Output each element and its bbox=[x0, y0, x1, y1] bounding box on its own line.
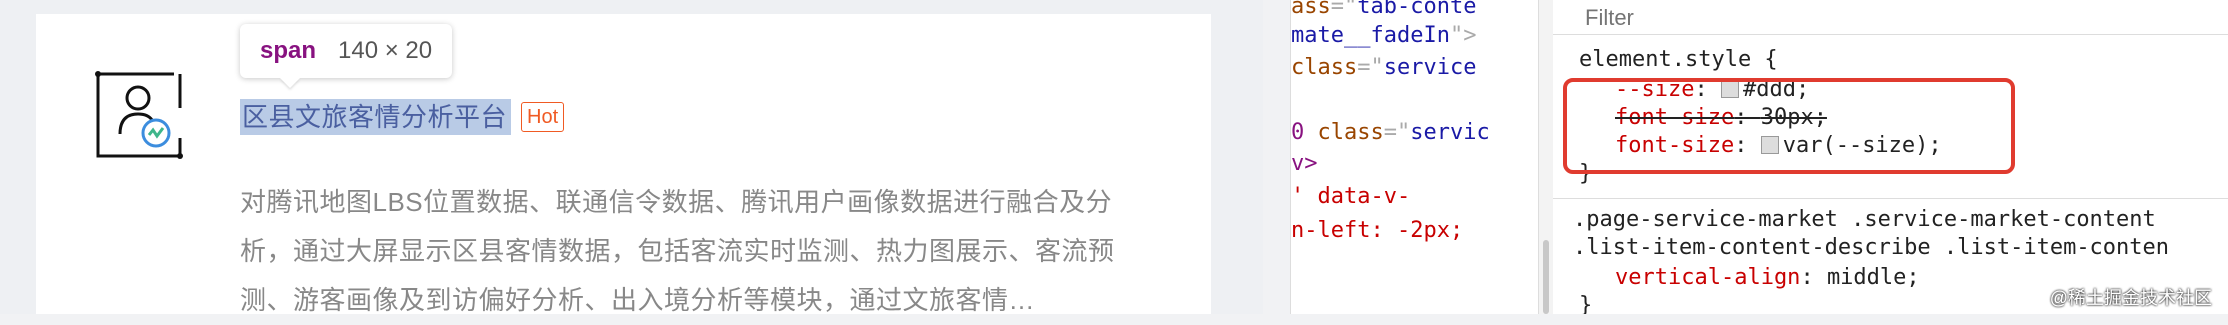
dom-value: service bbox=[1383, 55, 1477, 80]
dom-line[interactable]: 0 class="servic bbox=[1291, 120, 1490, 145]
tooltip-dimensions: 140 × 20 bbox=[338, 37, 433, 64]
css-selector[interactable]: .page-service-market .service-market-con… bbox=[1573, 206, 2156, 234]
tooltip-tag-name: span bbox=[260, 37, 317, 64]
dom-text: n-left: -2px; bbox=[1291, 218, 1464, 243]
dom-line[interactable]: class="service bbox=[1291, 55, 1476, 80]
hot-badge: Hot bbox=[521, 102, 565, 132]
page-preview: 区县文旅客情分析平台 Hot 对腾讯地图LBS位置数据、联通信令数据、腾讯用户画… bbox=[0, 0, 1263, 315]
dom-punc: "> bbox=[1449, 23, 1477, 48]
dom-attr: class bbox=[1291, 55, 1358, 80]
user-analytics-icon bbox=[95, 71, 183, 159]
rule-separator bbox=[1553, 198, 2228, 199]
dom-line[interactable]: ass="tab-conte bbox=[1291, 0, 1476, 19]
dom-punc: =" bbox=[1357, 55, 1384, 80]
scrollbar-thumb[interactable] bbox=[1543, 240, 1549, 314]
dom-line[interactable]: n-left: -2px; bbox=[1291, 218, 1463, 243]
dom-attr: class bbox=[1317, 120, 1384, 145]
dom-value: mate__fadeIn bbox=[1291, 23, 1450, 48]
rule-close-brace: } bbox=[1579, 293, 1593, 314]
dom-prefix: 0 bbox=[1291, 120, 1318, 145]
dom-punc: =" bbox=[1383, 120, 1411, 145]
css-property[interactable]: vertical-align bbox=[1615, 265, 1800, 290]
dom-value: servic bbox=[1410, 120, 1490, 145]
styles-filter-bar bbox=[1553, 0, 2228, 35]
css-declaration[interactable]: vertical-align: middle; bbox=[1615, 264, 1920, 292]
dom-line[interactable]: mate__fadeIn"> bbox=[1291, 23, 1476, 48]
styles-filter-input[interactable] bbox=[1583, 4, 2087, 32]
dom-value: tab-conte bbox=[1357, 0, 1477, 19]
dom-line[interactable]: ' data-v- bbox=[1291, 184, 1410, 209]
service-description: 对腾讯地图LBS位置数据、联通信令数据、腾讯用户画像数据进行融合及分析，通过大屏… bbox=[240, 187, 1115, 315]
dom-text: ' data-v- bbox=[1291, 184, 1411, 209]
dom-line[interactable]: v> bbox=[1291, 151, 1318, 176]
dom-punc: =" bbox=[1330, 0, 1358, 19]
dom-text: v> bbox=[1291, 151, 1318, 176]
element-style-selector[interactable]: element.style { bbox=[1579, 46, 1778, 74]
service-title[interactable]: 区县文旅客情分析平台 bbox=[240, 99, 512, 135]
tooltip-arrow bbox=[280, 78, 300, 88]
service-title-row: 区县文旅客情分析平台 Hot bbox=[240, 97, 565, 137]
annotation-highlight-box bbox=[1563, 78, 2015, 174]
css-value[interactable]: middle; bbox=[1827, 265, 1920, 290]
element-inspector-tooltip: span 140 × 20 bbox=[240, 24, 453, 88]
dom-attr: ass bbox=[1291, 0, 1331, 19]
watermark: @稀土掘金技术社区 bbox=[2049, 288, 2212, 308]
css-selector[interactable]: .list-item-content-describe .list-item-c… bbox=[1573, 234, 2169, 262]
elements-dom-tree[interactable]: ass="tab-conte mate__fadeIn"> class="ser… bbox=[1290, 0, 1539, 314]
